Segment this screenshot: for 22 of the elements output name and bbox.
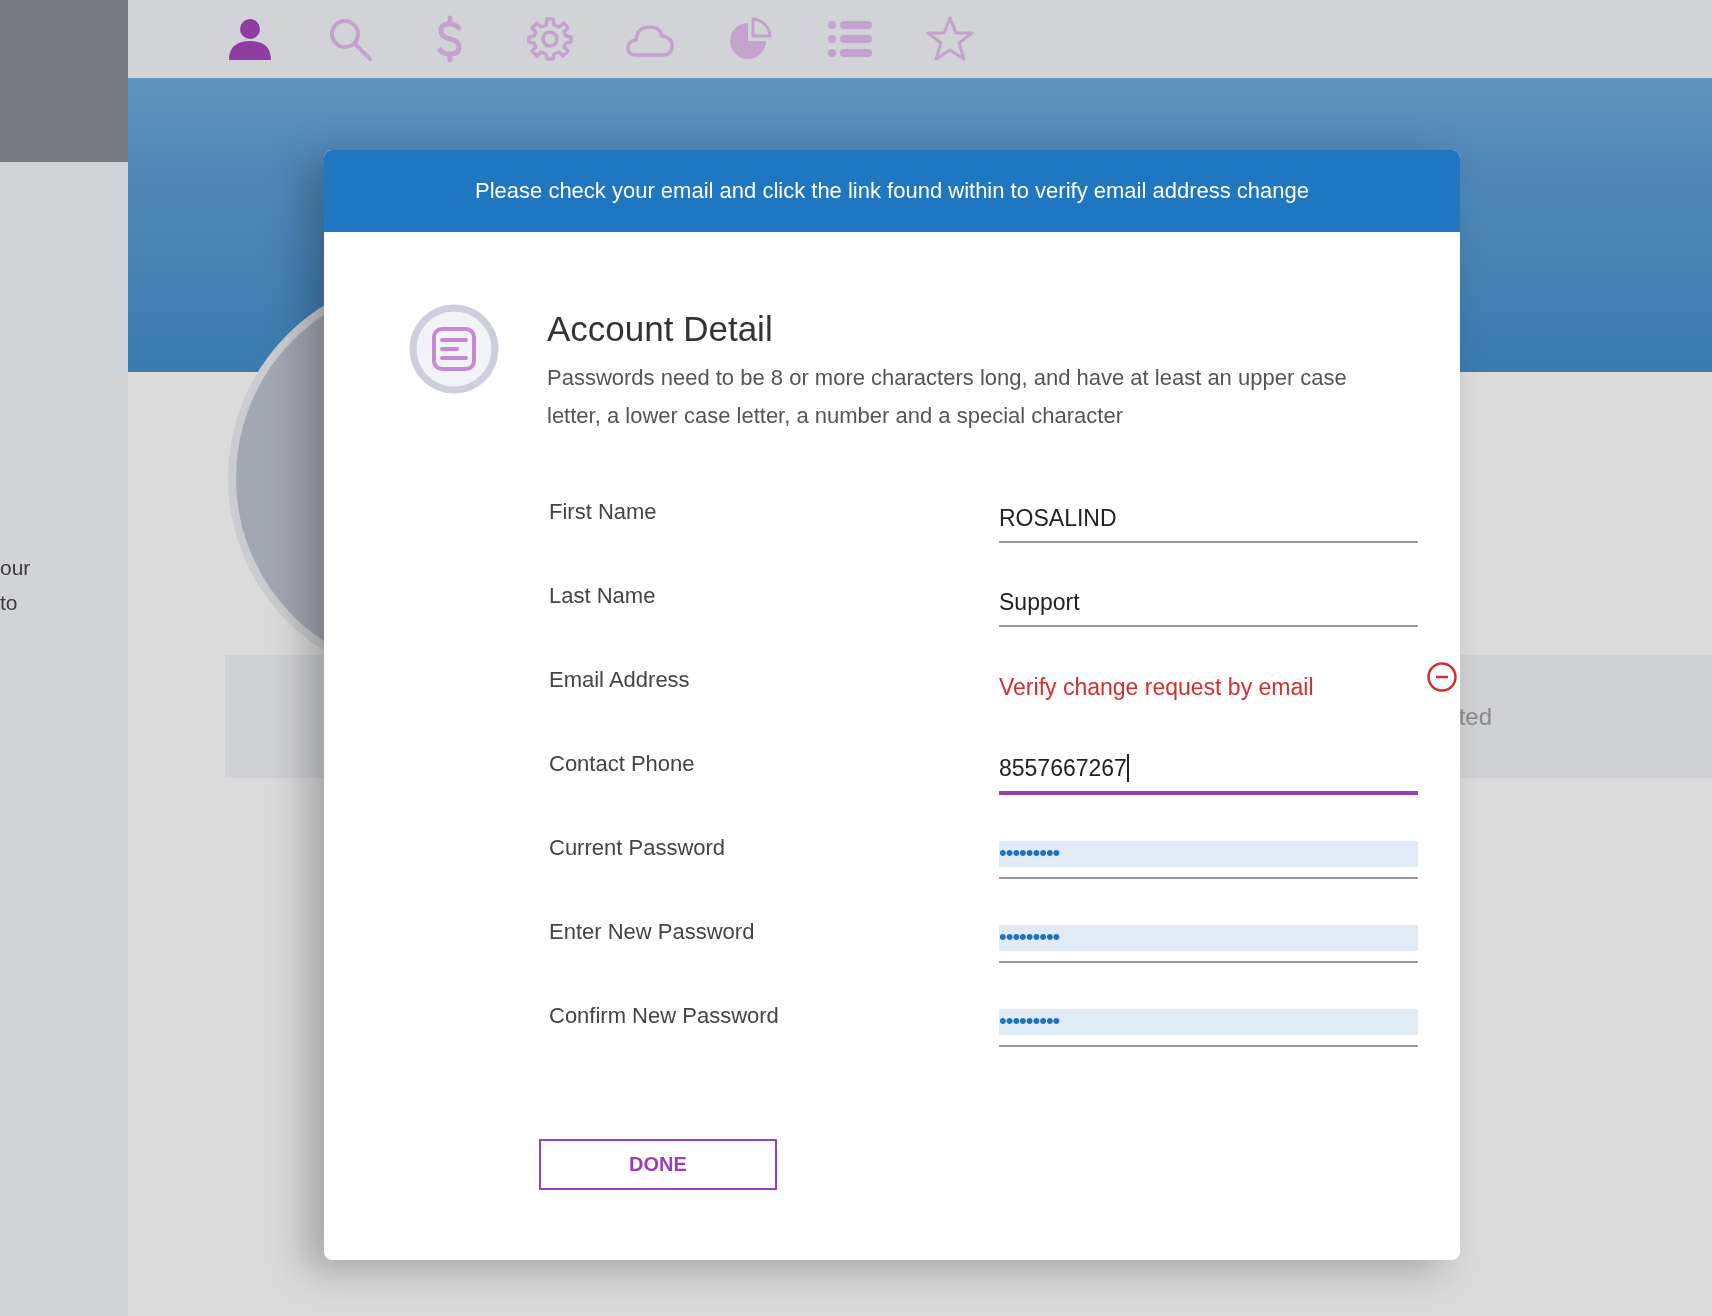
star-icon[interactable] <box>926 15 974 63</box>
settings-icon[interactable] <box>526 15 574 63</box>
document-icon <box>409 304 499 394</box>
field-label: Last Name <box>549 582 657 609</box>
input-field[interactable]: 8557667267 <box>999 745 1418 795</box>
banner-text: Please check your email and click the link found within to verify email address change <box>475 178 1309 204</box>
input-field[interactable]: ROSALIND <box>999 495 1418 543</box>
field-label: Email Address <box>549 666 691 693</box>
status-text: Verify change request by email <box>999 674 1314 702</box>
panel-text: ted <box>1458 702 1492 731</box>
remove-icon[interactable] <box>1426 661 1458 693</box>
side-text: to <box>0 590 19 616</box>
field-label: Contact Phone <box>549 750 696 777</box>
password-rules-text: Passwords need to be 8 or more characters long, and have at least an upper case letter, a lower case letter, a number and a special character <box>547 364 1348 430</box>
field-label: Enter New Password <box>549 918 756 945</box>
done-button[interactable]: DONE <box>539 1139 777 1190</box>
field-label: Confirm New Password <box>549 1002 780 1029</box>
side-text: our <box>0 555 32 581</box>
field-label: First Name <box>549 498 658 525</box>
dialog-title: Account Detail <box>547 308 774 350</box>
field-label: Current Password <box>549 834 727 861</box>
input-field[interactable]: Support <box>999 579 1418 627</box>
